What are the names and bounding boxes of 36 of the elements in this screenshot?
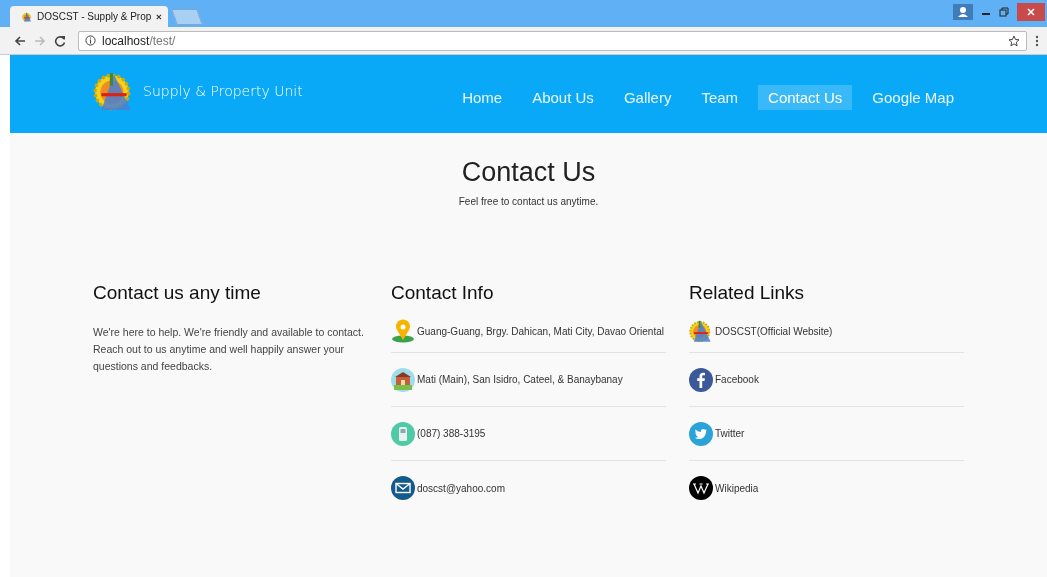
contact-detail: (087) 388-3195: [417, 428, 486, 439]
section-heading: Contact us any time: [93, 282, 261, 304]
user-icon[interactable]: [953, 4, 973, 20]
related-link[interactable]: Wikipedia: [715, 482, 759, 494]
page-title: Contact Us: [461, 157, 596, 188]
close-icon[interactable]: [1017, 3, 1045, 21]
contact-detail: Guang-Guang, Brgy. Dahican, Mati City, Davao Oriental: [417, 325, 664, 337]
section-heading: Contact Info: [391, 282, 494, 304]
url-text: localhost/test/: [102, 33, 176, 48]
close-icon[interactable]: [156, 12, 162, 21]
related-link[interactable]: DOSCST(Official Website): [715, 325, 833, 337]
logo-icon: [689, 319, 713, 343]
page-subtitle: Feel free to contact us anytime.: [458, 196, 599, 207]
info-icon: [85, 35, 96, 46]
wikipedia-icon: [689, 476, 713, 500]
restore-icon[interactable]: [999, 7, 1009, 17]
reload-icon[interactable]: [54, 34, 66, 47]
browser-tab[interactable]: DOSCST - Supply & Prop: [10, 6, 168, 27]
facebook-icon: [689, 367, 713, 392]
phone-icon: [391, 421, 415, 446]
twitter-icon: [689, 421, 713, 446]
address-bar[interactable]: localhost/test/: [78, 30, 1027, 51]
contact-detail: doscst@yahoo.com: [417, 482, 505, 494]
related-link[interactable]: Twitter: [715, 428, 745, 439]
map-pin-icon: [391, 319, 415, 343]
back-icon[interactable]: [14, 34, 26, 47]
contact-detail: Mati (Main), San Isidro, Cateel, & Banaybanay: [417, 374, 623, 385]
building-icon: [391, 367, 415, 392]
star-icon[interactable]: [1008, 34, 1020, 47]
envelope-icon: [391, 476, 415, 500]
menu-icon[interactable]: [1035, 34, 1039, 47]
related-link[interactable]: Facebook: [715, 374, 759, 385]
about-text: We're here to help. We're friendly and available to contact. Reach out to us anytime and well happily answer your questions and feedbacks.: [93, 325, 365, 374]
section-heading: Related Links: [689, 282, 805, 304]
site-title: Supply & Property Unit: [143, 83, 303, 99]
tab-title: DOSCST - Supply & Prop: [37, 11, 152, 22]
